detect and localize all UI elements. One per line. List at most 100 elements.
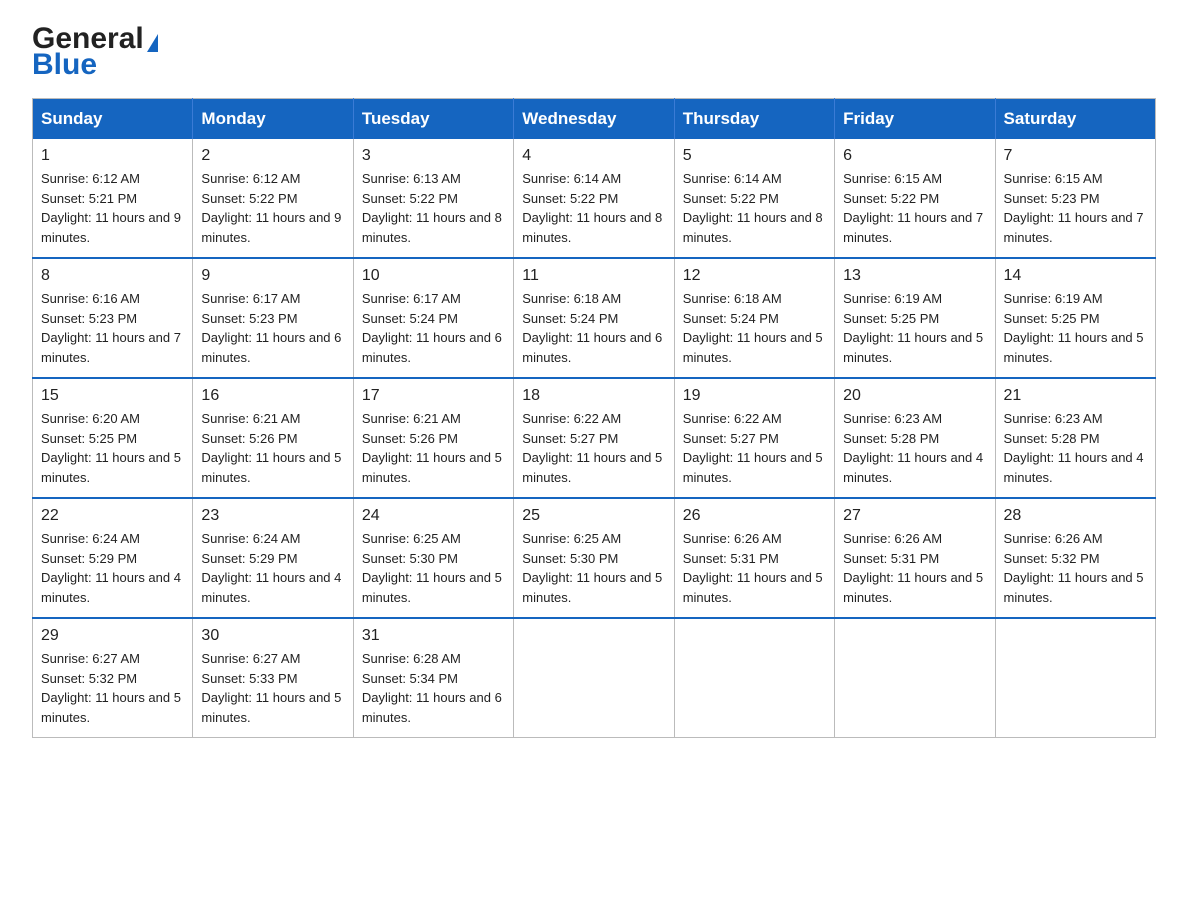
- calendar-body: 1 Sunrise: 6:12 AM Sunset: 5:21 PM Dayli…: [33, 139, 1156, 738]
- sunset-label: Sunset: 5:23 PM: [1004, 191, 1100, 206]
- calendar-cell: 26 Sunrise: 6:26 AM Sunset: 5:31 PM Dayl…: [674, 498, 834, 618]
- sunrise-label: Sunrise: 6:17 AM: [362, 291, 461, 306]
- daylight-label: Daylight: 11 hours and 5 minutes.: [1004, 570, 1144, 605]
- daylight-label: Daylight: 11 hours and 5 minutes.: [362, 450, 502, 485]
- day-info: Sunrise: 6:14 AM Sunset: 5:22 PM Dayligh…: [683, 169, 826, 247]
- day-number: 9: [201, 267, 344, 285]
- day-info: Sunrise: 6:19 AM Sunset: 5:25 PM Dayligh…: [843, 289, 986, 367]
- day-info: Sunrise: 6:18 AM Sunset: 5:24 PM Dayligh…: [683, 289, 826, 367]
- sunrise-label: Sunrise: 6:24 AM: [41, 531, 140, 546]
- sunset-label: Sunset: 5:22 PM: [683, 191, 779, 206]
- day-info: Sunrise: 6:27 AM Sunset: 5:32 PM Dayligh…: [41, 649, 184, 727]
- day-number: 5: [683, 147, 826, 165]
- calendar-week-row: 29 Sunrise: 6:27 AM Sunset: 5:32 PM Dayl…: [33, 618, 1156, 738]
- calendar-cell: 9 Sunrise: 6:17 AM Sunset: 5:23 PM Dayli…: [193, 258, 353, 378]
- sunset-label: Sunset: 5:31 PM: [683, 551, 779, 566]
- sunset-label: Sunset: 5:28 PM: [1004, 431, 1100, 446]
- daylight-label: Daylight: 11 hours and 5 minutes.: [1004, 330, 1144, 365]
- daylight-label: Daylight: 11 hours and 5 minutes.: [522, 570, 662, 605]
- day-number: 1: [41, 147, 184, 165]
- day-info: Sunrise: 6:27 AM Sunset: 5:33 PM Dayligh…: [201, 649, 344, 727]
- sunset-label: Sunset: 5:22 PM: [362, 191, 458, 206]
- day-number: 11: [522, 267, 665, 285]
- daylight-label: Daylight: 11 hours and 5 minutes.: [683, 450, 823, 485]
- day-info: Sunrise: 6:26 AM Sunset: 5:31 PM Dayligh…: [843, 529, 986, 607]
- sunset-label: Sunset: 5:22 PM: [522, 191, 618, 206]
- day-number: 29: [41, 627, 184, 645]
- sunrise-label: Sunrise: 6:17 AM: [201, 291, 300, 306]
- day-number: 3: [362, 147, 505, 165]
- daylight-label: Daylight: 11 hours and 5 minutes.: [41, 690, 181, 725]
- calendar-cell: 11 Sunrise: 6:18 AM Sunset: 5:24 PM Dayl…: [514, 258, 674, 378]
- day-of-week-header: Friday: [835, 99, 995, 140]
- daylight-label: Daylight: 11 hours and 6 minutes.: [201, 330, 341, 365]
- sunrise-label: Sunrise: 6:12 AM: [41, 171, 140, 186]
- sunrise-label: Sunrise: 6:27 AM: [41, 651, 140, 666]
- sunrise-label: Sunrise: 6:28 AM: [362, 651, 461, 666]
- day-info: Sunrise: 6:24 AM Sunset: 5:29 PM Dayligh…: [41, 529, 184, 607]
- sunrise-label: Sunrise: 6:20 AM: [41, 411, 140, 426]
- day-number: 12: [683, 267, 826, 285]
- logo-blue-text: Blue: [32, 50, 97, 80]
- day-info: Sunrise: 6:17 AM Sunset: 5:23 PM Dayligh…: [201, 289, 344, 367]
- day-info: Sunrise: 6:20 AM Sunset: 5:25 PM Dayligh…: [41, 409, 184, 487]
- daylight-label: Daylight: 11 hours and 5 minutes.: [201, 450, 341, 485]
- sunrise-label: Sunrise: 6:21 AM: [201, 411, 300, 426]
- sunrise-label: Sunrise: 6:23 AM: [1004, 411, 1103, 426]
- sunset-label: Sunset: 5:33 PM: [201, 671, 297, 686]
- day-number: 7: [1004, 147, 1147, 165]
- daylight-label: Daylight: 11 hours and 9 minutes.: [41, 210, 181, 245]
- sunset-label: Sunset: 5:23 PM: [41, 311, 137, 326]
- day-info: Sunrise: 6:16 AM Sunset: 5:23 PM Dayligh…: [41, 289, 184, 367]
- sunset-label: Sunset: 5:27 PM: [522, 431, 618, 446]
- daylight-label: Daylight: 11 hours and 5 minutes.: [683, 570, 823, 605]
- sunset-label: Sunset: 5:24 PM: [522, 311, 618, 326]
- day-info: Sunrise: 6:26 AM Sunset: 5:31 PM Dayligh…: [683, 529, 826, 607]
- calendar-cell: 23 Sunrise: 6:24 AM Sunset: 5:29 PM Dayl…: [193, 498, 353, 618]
- day-number: 16: [201, 387, 344, 405]
- sunrise-label: Sunrise: 6:19 AM: [1004, 291, 1103, 306]
- day-number: 18: [522, 387, 665, 405]
- sunset-label: Sunset: 5:21 PM: [41, 191, 137, 206]
- calendar-cell: 17 Sunrise: 6:21 AM Sunset: 5:26 PM Dayl…: [353, 378, 513, 498]
- calendar-cell: 24 Sunrise: 6:25 AM Sunset: 5:30 PM Dayl…: [353, 498, 513, 618]
- sunset-label: Sunset: 5:22 PM: [843, 191, 939, 206]
- calendar-cell: 6 Sunrise: 6:15 AM Sunset: 5:22 PM Dayli…: [835, 139, 995, 258]
- day-info: Sunrise: 6:18 AM Sunset: 5:24 PM Dayligh…: [522, 289, 665, 367]
- day-info: Sunrise: 6:28 AM Sunset: 5:34 PM Dayligh…: [362, 649, 505, 727]
- day-info: Sunrise: 6:22 AM Sunset: 5:27 PM Dayligh…: [522, 409, 665, 487]
- sunrise-label: Sunrise: 6:25 AM: [362, 531, 461, 546]
- day-info: Sunrise: 6:15 AM Sunset: 5:22 PM Dayligh…: [843, 169, 986, 247]
- calendar-cell: [995, 618, 1155, 738]
- calendar-cell: 27 Sunrise: 6:26 AM Sunset: 5:31 PM Dayl…: [835, 498, 995, 618]
- day-number: 2: [201, 147, 344, 165]
- day-number: 22: [41, 507, 184, 525]
- calendar-week-row: 1 Sunrise: 6:12 AM Sunset: 5:21 PM Dayli…: [33, 139, 1156, 258]
- day-info: Sunrise: 6:13 AM Sunset: 5:22 PM Dayligh…: [362, 169, 505, 247]
- daylight-label: Daylight: 11 hours and 7 minutes.: [1004, 210, 1144, 245]
- day-number: 19: [683, 387, 826, 405]
- calendar-cell: 12 Sunrise: 6:18 AM Sunset: 5:24 PM Dayl…: [674, 258, 834, 378]
- day-number: 15: [41, 387, 184, 405]
- day-number: 23: [201, 507, 344, 525]
- calendar-cell: 8 Sunrise: 6:16 AM Sunset: 5:23 PM Dayli…: [33, 258, 193, 378]
- day-info: Sunrise: 6:15 AM Sunset: 5:23 PM Dayligh…: [1004, 169, 1147, 247]
- sunset-label: Sunset: 5:29 PM: [201, 551, 297, 566]
- day-info: Sunrise: 6:26 AM Sunset: 5:32 PM Dayligh…: [1004, 529, 1147, 607]
- daylight-label: Daylight: 11 hours and 5 minutes.: [843, 330, 983, 365]
- day-number: 25: [522, 507, 665, 525]
- day-info: Sunrise: 6:22 AM Sunset: 5:27 PM Dayligh…: [683, 409, 826, 487]
- daylight-label: Daylight: 11 hours and 7 minutes.: [41, 330, 181, 365]
- calendar-cell: 18 Sunrise: 6:22 AM Sunset: 5:27 PM Dayl…: [514, 378, 674, 498]
- calendar-cell: 31 Sunrise: 6:28 AM Sunset: 5:34 PM Dayl…: [353, 618, 513, 738]
- sunset-label: Sunset: 5:31 PM: [843, 551, 939, 566]
- calendar-week-row: 8 Sunrise: 6:16 AM Sunset: 5:23 PM Dayli…: [33, 258, 1156, 378]
- calendar-week-row: 15 Sunrise: 6:20 AM Sunset: 5:25 PM Dayl…: [33, 378, 1156, 498]
- daylight-label: Daylight: 11 hours and 9 minutes.: [201, 210, 341, 245]
- sunset-label: Sunset: 5:30 PM: [522, 551, 618, 566]
- calendar-cell: [674, 618, 834, 738]
- day-info: Sunrise: 6:25 AM Sunset: 5:30 PM Dayligh…: [522, 529, 665, 607]
- sunrise-label: Sunrise: 6:26 AM: [683, 531, 782, 546]
- daylight-label: Daylight: 11 hours and 4 minutes.: [41, 570, 181, 605]
- calendar-table: SundayMondayTuesdayWednesdayThursdayFrid…: [32, 98, 1156, 738]
